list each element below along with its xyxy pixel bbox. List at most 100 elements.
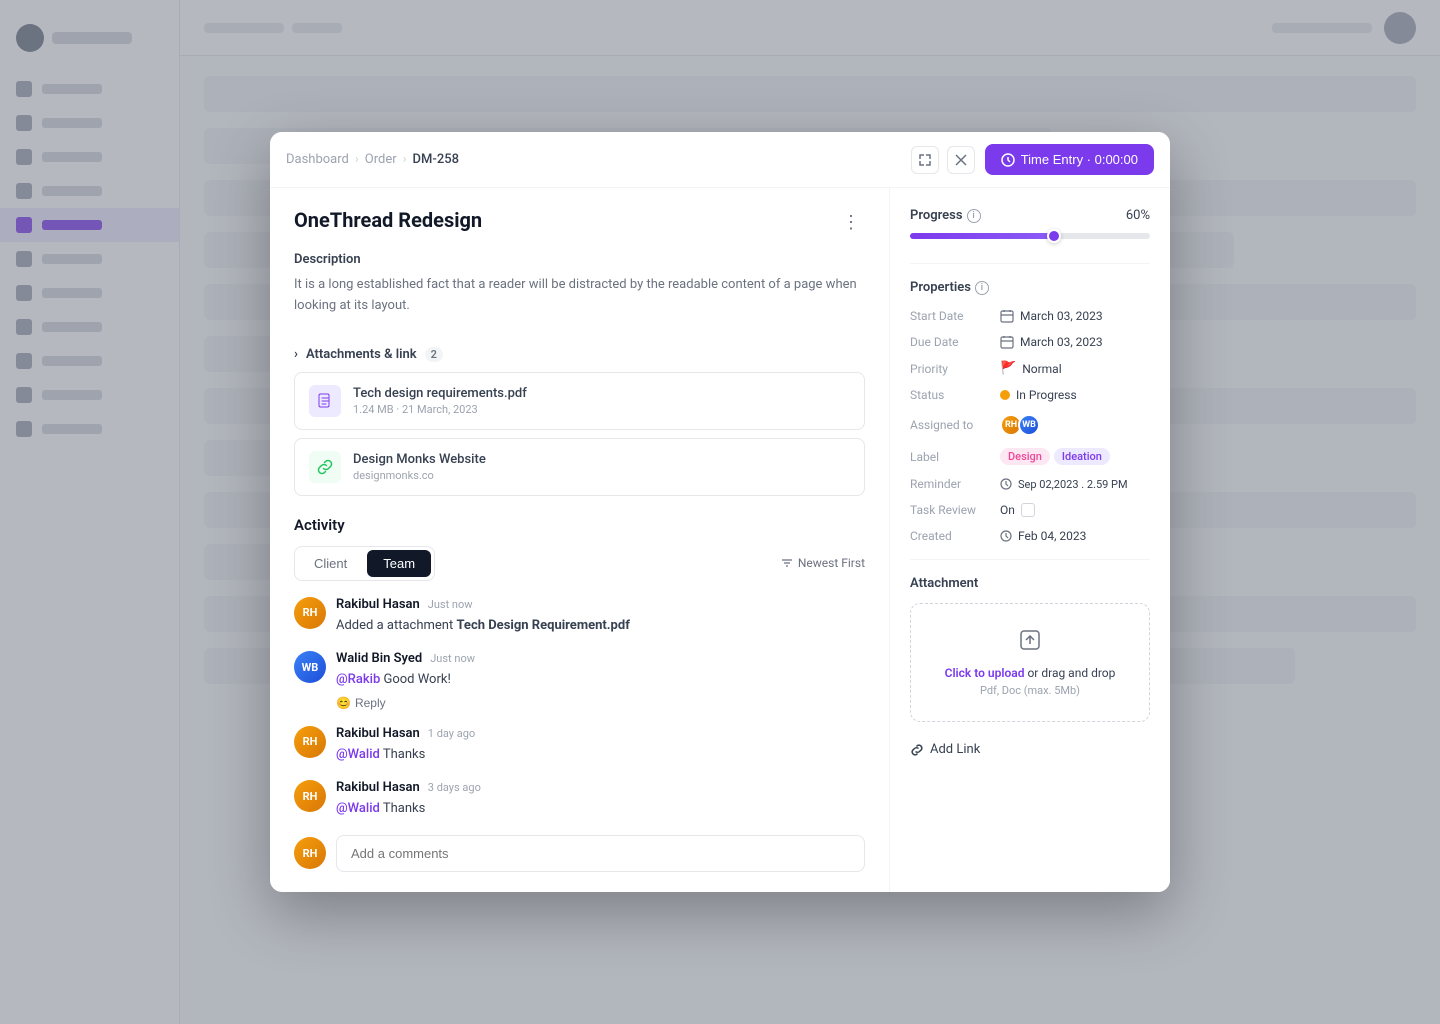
progress-bar-fill	[910, 233, 1054, 239]
attachment-link-name: Design Monks Website	[353, 452, 486, 467]
created-text: Feb 04, 2023	[1018, 529, 1086, 543]
status-label: Status	[910, 388, 1000, 402]
comment-author-2: Walid Bin Syed	[336, 651, 422, 666]
modal-header-actions	[911, 146, 975, 174]
status-text: In Progress	[1016, 388, 1077, 402]
attachments-count: 2	[425, 347, 443, 362]
prop-assigned-to: Assigned to RH WB	[910, 414, 1150, 436]
emoji-icon: 😊	[336, 696, 351, 710]
label-chip-design: Design	[1000, 448, 1050, 465]
properties-title: Properties i	[910, 280, 1150, 295]
properties-label: Properties	[910, 280, 971, 295]
reminder-label: Reminder	[910, 477, 1000, 491]
avatar-rakibul-1: RH	[294, 597, 326, 629]
comment-author-1: Rakibul Hasan	[336, 597, 420, 612]
attachment-link-item[interactable]: Design Monks Website designmonks.co	[294, 438, 865, 496]
task-review-value[interactable]: On	[1000, 503, 1035, 517]
expand-button[interactable]	[911, 146, 939, 174]
prop-priority: Priority 🚩 Normal	[910, 361, 1150, 376]
comment-row-2: WB Walid Bin Syed Just now @Rakib Good W…	[294, 651, 865, 710]
comment-input[interactable]	[336, 835, 865, 872]
divider-1	[910, 263, 1150, 264]
avatar-rakibul-3: RH	[294, 780, 326, 812]
breadcrumb-order[interactable]: Order	[365, 152, 397, 167]
progress-section: Progress i 60%	[910, 208, 1150, 239]
priority-label: Priority	[910, 362, 1000, 376]
attachments-header[interactable]: › Attachments & link 2	[294, 337, 865, 372]
assigned-avatars: RH WB	[1000, 414, 1040, 436]
comment-content-1: Rakibul Hasan Just now Added a attachmen…	[336, 597, 865, 636]
close-button[interactable]	[947, 146, 975, 174]
progress-value: 60%	[1126, 208, 1150, 223]
start-date-value[interactable]: March 03, 2023	[1000, 309, 1103, 323]
task-review-row: On	[1000, 503, 1035, 517]
created-value: Feb 04, 2023	[1000, 529, 1086, 543]
label-chips[interactable]: Design Ideation	[1000, 448, 1110, 465]
attachment-section-title: Attachment	[910, 576, 1150, 591]
attachment-upload-section: Attachment Click to upload or drag and d…	[910, 576, 1150, 765]
comment-text-2: @Rakib Good Work!	[336, 670, 865, 690]
more-options-button[interactable]: ⋮	[837, 208, 865, 236]
comment-author-row-1: Rakibul Hasan Just now	[336, 597, 865, 612]
priority-value[interactable]: 🚩 Normal	[1000, 361, 1062, 376]
reminder-value[interactable]: Sep 02,2023 . 2.59 PM	[1000, 478, 1128, 491]
flag-icon: 🚩	[1000, 361, 1016, 376]
assigned-avatar-2: WB	[1018, 414, 1040, 436]
modal-body: OneThread Redesign ⋮ Description It is a…	[270, 188, 1170, 892]
attachment-pdf-name: Tech design requirements.pdf	[353, 386, 527, 401]
task-modal: Dashboard › Order › DM-258	[270, 132, 1170, 892]
comment-author-4: Rakibul Hasan	[336, 780, 420, 795]
comment-author-row-4: Rakibul Hasan 3 days ago	[336, 780, 865, 795]
comment-row-1: RH Rakibul Hasan Just now Added a attach…	[294, 597, 865, 636]
prop-task-review: Task Review On	[910, 503, 1150, 517]
modal-overlay: Dashboard › Order › DM-258	[0, 0, 1440, 1024]
task-title-row: OneThread Redesign ⋮	[294, 208, 865, 236]
upload-area[interactable]: Click to upload or drag and drop Pdf, Do…	[910, 603, 1150, 722]
progress-thumb[interactable]	[1047, 229, 1061, 243]
comment-content-3: Rakibul Hasan 1 day ago @Walid Thanks	[336, 726, 865, 765]
tab-team[interactable]: Team	[367, 550, 431, 577]
assigned-to-value[interactable]: RH WB	[1000, 414, 1040, 436]
add-link-button[interactable]: Add Link	[910, 734, 1150, 765]
label-field-label: Label	[910, 450, 1000, 464]
upload-icon	[935, 628, 1125, 658]
properties-info-icon[interactable]: i	[975, 281, 989, 295]
reply-button[interactable]: 😊 Reply	[336, 696, 386, 710]
progress-info-icon[interactable]: i	[967, 209, 981, 223]
due-date-text: March 03, 2023	[1020, 335, 1103, 349]
attachments-label: Attachments & link	[306, 347, 417, 362]
upload-link[interactable]: Click to upload	[945, 666, 1025, 680]
attachment-pdf-item[interactable]: Tech design requirements.pdf 1.24 MB · 2…	[294, 372, 865, 430]
breadcrumb-current: DM-258	[413, 152, 459, 167]
progress-label-row: Progress i 60%	[910, 208, 1150, 223]
prop-status: Status In Progress	[910, 388, 1150, 402]
progress-label: Progress	[910, 208, 963, 223]
link-icon-add	[910, 743, 924, 757]
sort-button[interactable]: Newest First	[780, 556, 865, 570]
prop-due-date: Due Date March 03, 2023	[910, 335, 1150, 349]
pdf-file-icon	[309, 385, 341, 417]
avatar-walid: WB	[294, 651, 326, 683]
modal-left-panel: OneThread Redesign ⋮ Description It is a…	[270, 188, 890, 892]
chevron-right-icon: ›	[294, 347, 298, 362]
breadcrumb-sep-2: ›	[403, 152, 407, 167]
activity-header: Activity	[294, 516, 865, 534]
time-entry-button[interactable]: Time Entry · 0:00:00	[985, 144, 1154, 175]
tab-client[interactable]: Client	[298, 550, 363, 577]
comment-row-4: RH Rakibul Hasan 3 days ago @Walid Thank…	[294, 780, 865, 819]
task-review-checkbox[interactable]	[1021, 503, 1035, 517]
breadcrumb-sep-1: ›	[355, 152, 359, 167]
prop-start-date: Start Date March 03, 2023	[910, 309, 1150, 323]
due-date-label: Due Date	[910, 335, 1000, 349]
comment-text-3: @Walid Thanks	[336, 745, 865, 765]
status-value[interactable]: In Progress	[1000, 388, 1077, 402]
progress-bar[interactable]	[910, 233, 1150, 239]
attachment-link-info: Design Monks Website designmonks.co	[353, 452, 486, 482]
breadcrumb-dashboard[interactable]: Dashboard	[286, 152, 349, 167]
assigned-to-label: Assigned to	[910, 418, 1000, 432]
prop-reminder: Reminder Sep 02,2023 . 2.59 PM	[910, 477, 1150, 491]
task-title: OneThread Redesign	[294, 208, 482, 232]
comment-text-4: @Walid Thanks	[336, 799, 865, 819]
created-label: Created	[910, 529, 1000, 543]
due-date-value[interactable]: March 03, 2023	[1000, 335, 1103, 349]
